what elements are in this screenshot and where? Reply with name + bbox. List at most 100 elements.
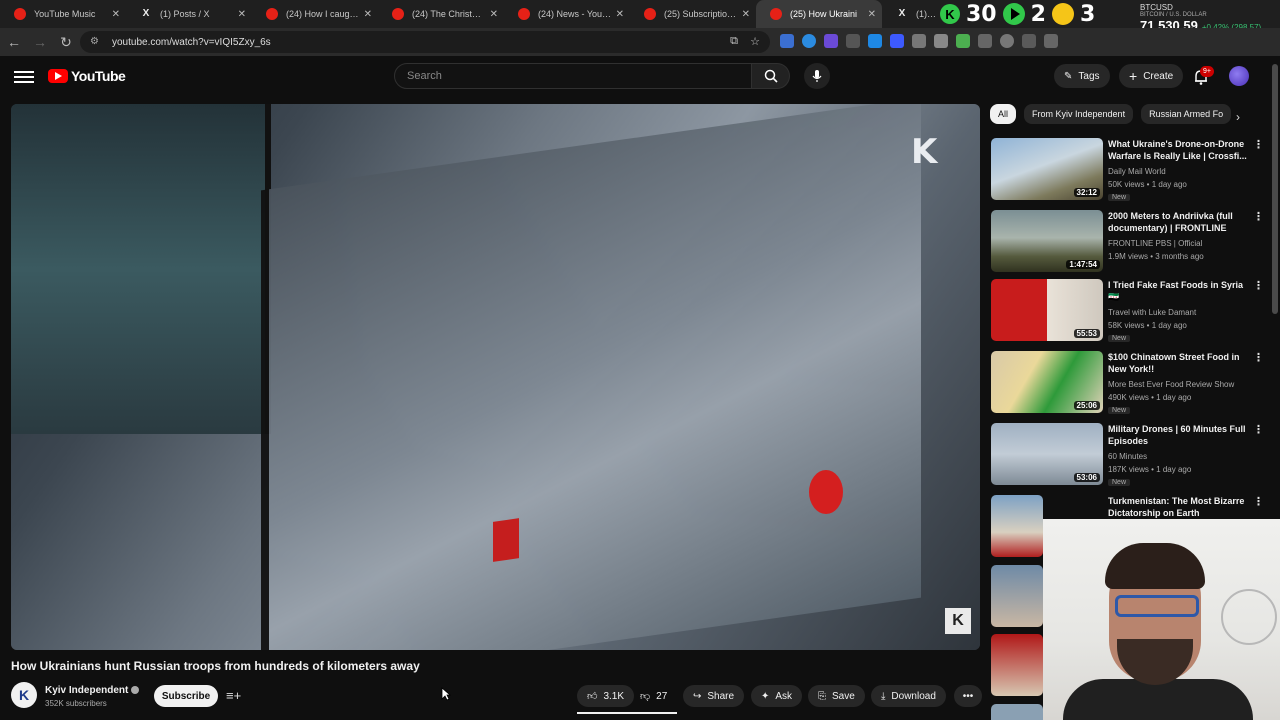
chip-all[interactable]: All — [990, 104, 1017, 124]
verified-icon — [131, 686, 140, 695]
install-icon[interactable]: ⧉ — [730, 35, 738, 48]
video-thumbnail[interactable]: 1:47:54 — [991, 210, 1103, 272]
recommendation-item[interactable]: 32:12 What Ukraine's Drone-on-Drone Warf… — [991, 138, 1276, 204]
url-field[interactable]: ⚙ youtube.com/watch?v=vIQI5Zxy_6s ⧉ ☆ — [80, 31, 770, 53]
add-to-playlist-icon[interactable]: ≡+ — [226, 688, 242, 704]
tags-button[interactable]: ✎ Tags — [1054, 64, 1110, 88]
recommendation-title: 2000 Meters to Andriivka (full documenta… — [1108, 211, 1233, 233]
download-button[interactable]: ⤓ Download — [871, 685, 946, 707]
channel-watermark: K — [911, 132, 938, 172]
video-thumbnail[interactable] — [991, 565, 1043, 627]
play-icon — [1002, 3, 1025, 25]
new-badge: New — [1108, 407, 1131, 414]
more-vertical-icon[interactable]: ⋮ — [1253, 138, 1264, 151]
close-icon[interactable]: ✕ — [616, 9, 624, 20]
extension-icon[interactable] — [956, 34, 970, 48]
youtube-logo-icon — [48, 69, 68, 83]
browser-tab[interactable]: X (1) Open S — [882, 0, 942, 28]
site-info-icon[interactable]: ⚙ — [90, 36, 102, 48]
create-label: Create — [1143, 70, 1174, 82]
close-icon[interactable]: ✕ — [364, 9, 372, 20]
youtube-logo[interactable]: YouTube — [48, 68, 126, 84]
more-vertical-icon[interactable]: ⋮ — [1253, 423, 1264, 436]
account-avatar[interactable] — [1229, 66, 1249, 86]
voice-search-button[interactable] — [804, 63, 830, 89]
subscribe-button[interactable]: Subscribe — [154, 685, 218, 707]
channel-name[interactable]: Kyiv Independent — [45, 685, 140, 696]
browser-tab[interactable]: (24) News - YouTube ✕ — [504, 0, 630, 28]
search-button[interactable] — [752, 63, 790, 89]
history-icon[interactable] — [1000, 34, 1014, 48]
recommendation-item[interactable]: 53:06 Military Drones | 60 Minutes Full … — [991, 423, 1276, 489]
video-frame-red-button — [493, 518, 519, 562]
chevron-right-icon[interactable]: › — [1236, 110, 1240, 124]
extension-icon[interactable] — [912, 34, 926, 48]
ask-button[interactable]: ✦ Ask — [751, 685, 803, 707]
extension-icon[interactable] — [824, 34, 838, 48]
counter-value: 30 — [966, 1, 997, 27]
puzzle-icon[interactable] — [978, 34, 992, 48]
close-icon[interactable]: ✕ — [490, 9, 498, 20]
browser-tab[interactable]: (25) Subscriptions - Y ✕ — [630, 0, 756, 28]
reload-icon[interactable]: ↻ — [54, 30, 78, 54]
browser-tab-active[interactable]: (25) How Ukraini ✕ — [756, 0, 882, 28]
recommendation-item[interactable]: 55:53 I Tried Fake Fast Foods in Syria 🇸… — [991, 279, 1276, 345]
bookmark-star-icon[interactable]: ☆ — [750, 35, 760, 48]
tab-title: (24) The Christo Files — [412, 9, 486, 19]
extension-icon[interactable] — [780, 34, 794, 48]
extension-icon[interactable] — [1022, 34, 1036, 48]
share-button[interactable]: ↪ Share — [683, 685, 745, 707]
save-button[interactable]: ⎘ Save — [808, 685, 865, 707]
video-thumbnail[interactable] — [991, 495, 1043, 557]
more-actions-button[interactable]: ••• — [954, 685, 982, 707]
more-vertical-icon[interactable]: ⋮ — [1253, 351, 1264, 364]
recommendation-item[interactable]: 25:06 $100 Chinatown Street Food in New … — [991, 351, 1276, 417]
browser-tab[interactable]: (24) The Christo Files ✕ — [378, 0, 504, 28]
save-label: Save — [832, 690, 855, 702]
extension-icon[interactable] — [934, 34, 948, 48]
more-vertical-icon[interactable]: ⋮ — [1253, 495, 1264, 508]
menu-icon[interactable] — [14, 68, 34, 86]
video-thumbnail[interactable] — [991, 704, 1043, 720]
like-button[interactable]: 👍︎ 3.1K — [577, 685, 635, 707]
browser-tab[interactable]: (24) How I caught an ✕ — [252, 0, 378, 28]
close-icon[interactable]: ✕ — [238, 9, 246, 20]
back-icon[interactable]: ← — [2, 30, 26, 54]
search-input[interactable]: Search — [394, 63, 752, 89]
more-vertical-icon[interactable]: ⋮ — [1253, 210, 1264, 223]
browser-tab[interactable]: X (1) Posts / X ✕ — [126, 0, 252, 28]
page-scrollbar[interactable] — [1272, 64, 1278, 314]
youtube-icon — [266, 8, 278, 20]
extension-icon[interactable] — [846, 34, 860, 48]
dislike-button[interactable]: 👎︎ 27 — [630, 685, 677, 707]
video-thumbnail[interactable]: 32:12 — [991, 138, 1103, 200]
chip-from-channel[interactable]: From Kyiv Independent — [1024, 104, 1134, 124]
forward-icon[interactable]: → — [28, 30, 52, 54]
thumbs-up-icon: 👍︎ — [587, 691, 598, 702]
extension-icon[interactable] — [868, 34, 882, 48]
recommendation-item[interactable]: 1:47:54 2000 Meters to Andriivka (full d… — [991, 210, 1276, 276]
create-button[interactable]: + Create — [1119, 64, 1184, 88]
video-thumbnail[interactable]: 53:06 — [991, 423, 1103, 485]
chip-topic[interactable]: Russian Armed Fo — [1141, 104, 1232, 124]
devtools-icon[interactable] — [1044, 34, 1058, 48]
video-thumbnail[interactable]: 25:06 — [991, 351, 1103, 413]
extension-icon[interactable] — [890, 34, 904, 48]
video-thumbnail[interactable] — [991, 634, 1043, 696]
address-bar-row: ← → ↻ ⚙ youtube.com/watch?v=vIQI5Zxy_6s … — [0, 28, 1280, 56]
more-vertical-icon[interactable]: ⋮ — [1253, 279, 1264, 292]
close-icon[interactable]: ✕ — [868, 9, 876, 20]
video-player[interactable]: K K — [11, 104, 980, 650]
duration-badge: 53:06 — [1073, 473, 1100, 482]
extension-icon[interactable] — [802, 34, 816, 48]
close-icon[interactable]: ✕ — [112, 9, 120, 20]
youtube-header: YouTube Search ✎ Tags + Create — [0, 56, 1280, 98]
channel-avatar[interactable]: K — [11, 682, 37, 708]
close-icon[interactable]: ✕ — [742, 9, 750, 20]
tab-title: (24) How I caught an — [286, 9, 360, 19]
video-thumbnail[interactable]: 55:53 — [991, 279, 1103, 341]
dislike-count: 27 — [656, 690, 668, 702]
browser-tab[interactable]: YouTube Music ✕ — [0, 0, 126, 28]
tab-title: (25) How Ukraini — [790, 9, 858, 19]
channel-branding-button[interactable]: K — [945, 608, 971, 634]
